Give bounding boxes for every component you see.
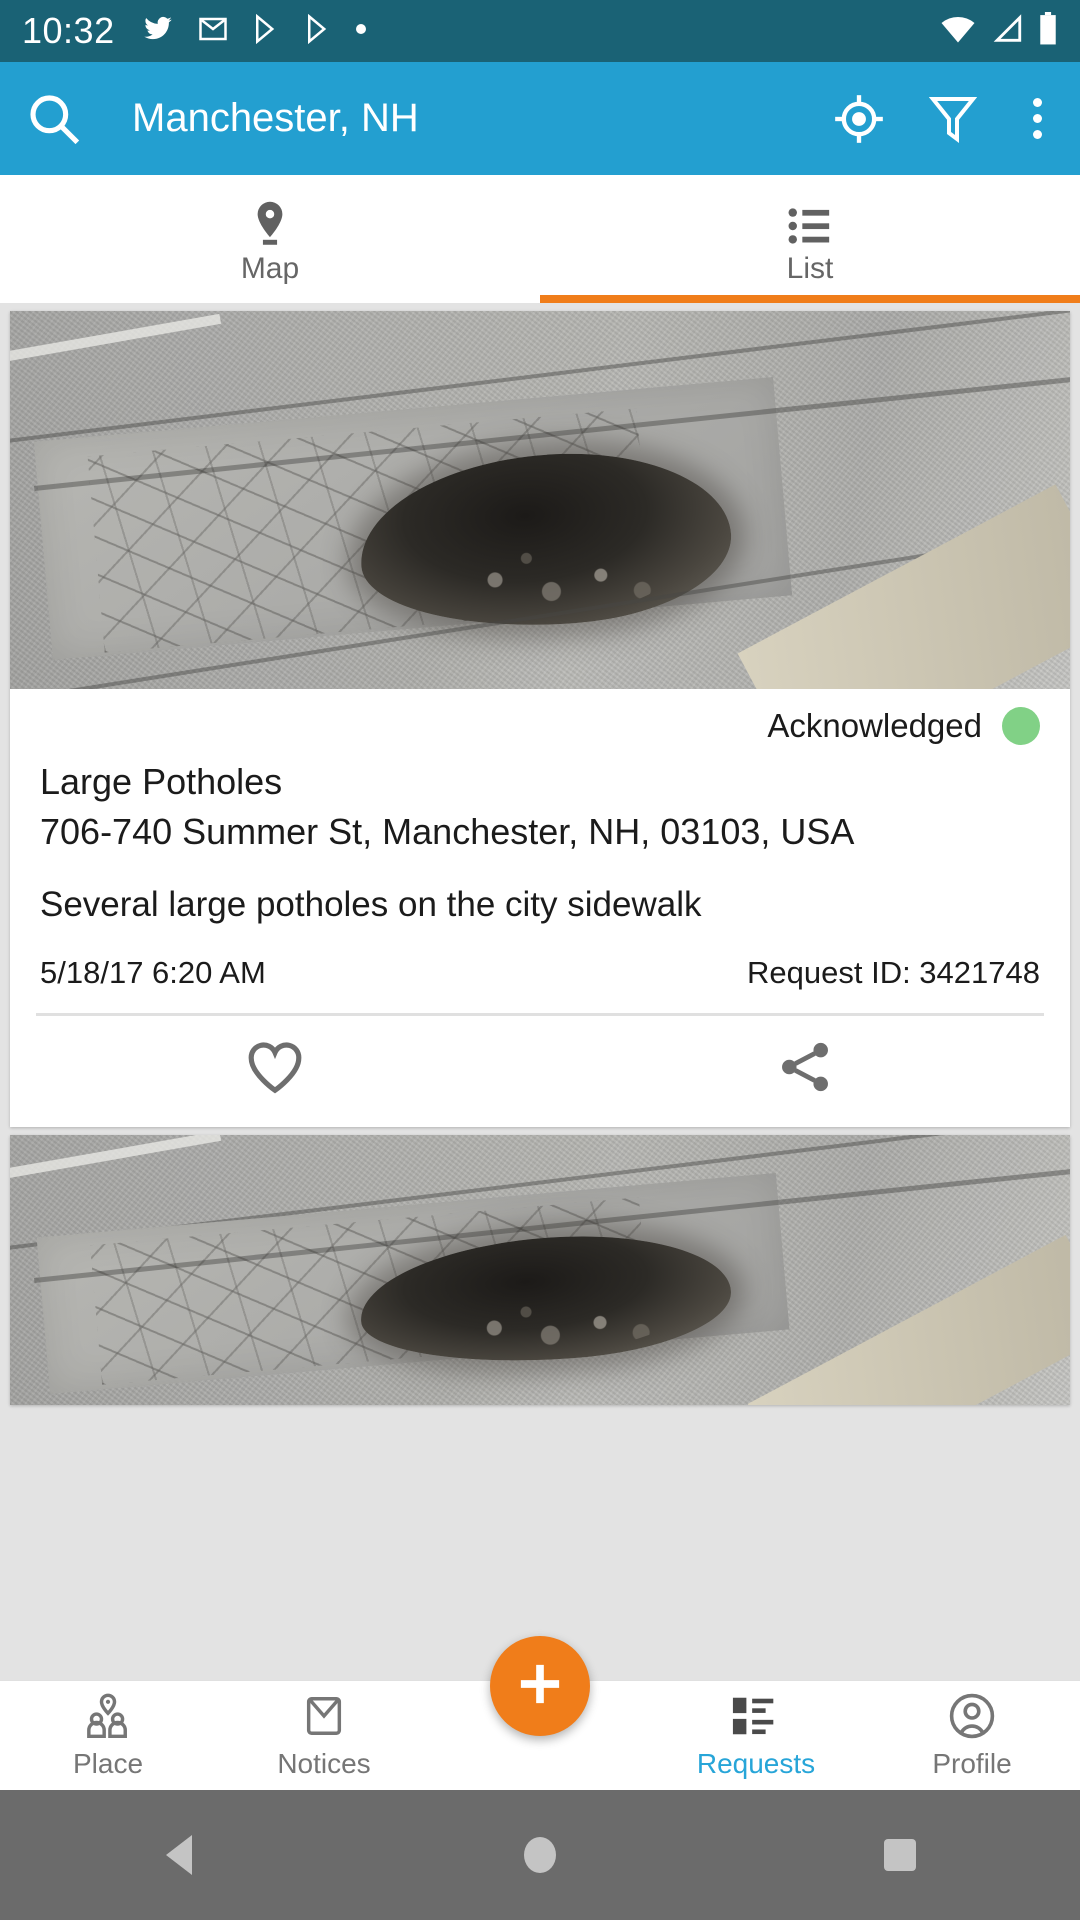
request-card[interactable]: Acknowledged Large Potholes 706-740 Summ… (10, 311, 1070, 1127)
home-circle-icon[interactable] (440, 1831, 640, 1879)
app-bar: Manchester, NH (0, 62, 1080, 175)
battery-icon (1038, 11, 1058, 51)
request-meta: 5/18/17 6:20 AM Request ID: 3421748 (40, 955, 1040, 991)
status-dot-icon (1002, 707, 1040, 745)
signal-icon (990, 13, 1024, 49)
play-store-icon-2 (303, 13, 333, 49)
map-pin-icon (248, 200, 292, 246)
nav-item-notices[interactable]: Notices (216, 1692, 432, 1780)
request-photo[interactable] (10, 1135, 1070, 1405)
status-bar-notification-icons (141, 13, 367, 49)
page-title: Manchester, NH (132, 96, 419, 140)
view-tabs: Map List (0, 175, 1080, 303)
android-system-nav (0, 1790, 1080, 1920)
overflow-menu-icon[interactable] (1021, 98, 1054, 139)
app-bar-actions (833, 93, 1054, 145)
status-bar-system-icons (940, 11, 1058, 51)
favorite-button[interactable] (10, 1038, 540, 1101)
requests-list-icon (731, 1692, 781, 1740)
status-badge: Acknowledged (767, 707, 982, 744)
status-bar-clock: 10:32 (22, 10, 115, 51)
tab-list[interactable]: List (540, 175, 1080, 303)
status-bar: 10:32 (0, 0, 1080, 62)
tab-active-indicator (540, 295, 1080, 303)
request-id: Request ID: 3421748 (747, 955, 1040, 990)
share-button[interactable] (540, 1038, 1070, 1101)
card-actions (10, 1016, 1070, 1127)
list-bullet-icon (787, 200, 833, 246)
request-title: Large Potholes (40, 761, 283, 802)
dot-icon (355, 22, 367, 40)
share-icon (775, 1038, 835, 1101)
requests-list[interactable]: Acknowledged Large Potholes 706-740 Summ… (0, 303, 1080, 1680)
nav-item-place[interactable]: Place (0, 1692, 216, 1780)
filter-funnel-icon[interactable] (929, 93, 977, 145)
envelope-icon (301, 1692, 347, 1740)
person-outline-icon (948, 1692, 996, 1740)
nav-item-requests[interactable]: Requests (648, 1692, 864, 1780)
nav-item-profile[interactable]: Profile (864, 1692, 1080, 1780)
twitter-icon (141, 14, 175, 49)
nav-item-profile-label: Profile (932, 1747, 1012, 1779)
gmail-icon (197, 14, 229, 49)
request-photo[interactable] (10, 311, 1070, 689)
request-card[interactable] (10, 1135, 1070, 1405)
back-triangle-icon[interactable] (80, 1831, 280, 1879)
request-description: Several large potholes on the city sidew… (40, 885, 702, 924)
request-timestamp: 5/18/17 6:20 AM (40, 955, 266, 990)
play-store-icon (251, 13, 281, 49)
nav-item-notices-label: Notices (277, 1747, 371, 1779)
tab-list-label: List (786, 252, 834, 285)
add-request-fab[interactable] (490, 1636, 590, 1736)
nav-item-requests-label: Requests (696, 1747, 816, 1779)
tab-map[interactable]: Map (0, 175, 540, 303)
my-location-icon[interactable] (833, 93, 885, 145)
bottom-navigation: Place Notices Requests Profile (0, 1636, 1080, 1790)
tab-map-label: Map (240, 252, 300, 285)
request-card-body: Acknowledged Large Potholes 706-740 Summ… (10, 689, 1070, 991)
request-address: 706-740 Summer St, Manchester, NH, 03103… (40, 811, 855, 852)
wifi-icon (940, 14, 976, 49)
plus-icon (513, 1657, 567, 1716)
status-row: Acknowledged (40, 707, 1040, 745)
recents-square-icon[interactable] (800, 1831, 1000, 1879)
nav-item-place-label: Place (72, 1747, 144, 1779)
search-icon[interactable] (26, 91, 82, 147)
place-people-icon (83, 1692, 133, 1740)
heart-outline-icon (244, 1038, 306, 1101)
